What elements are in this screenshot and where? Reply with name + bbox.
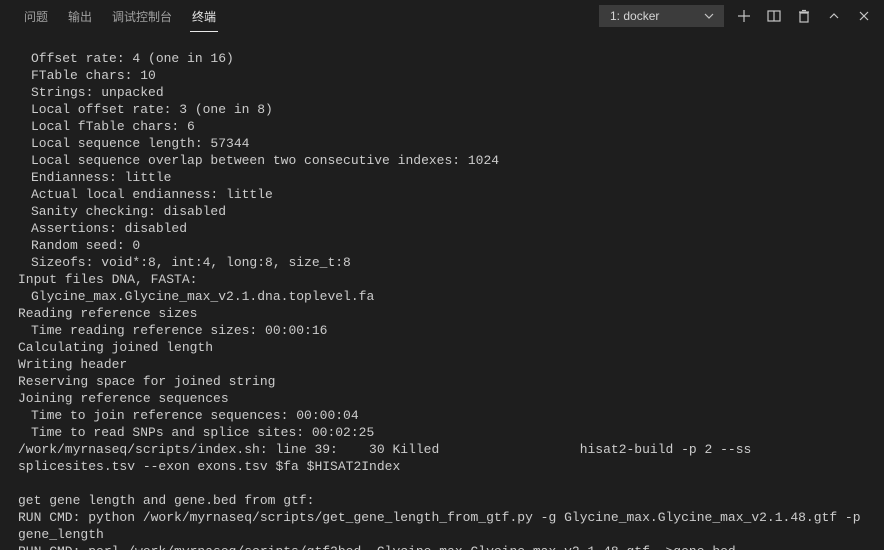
terminal-output[interactable]: Offset rate: 4 (one in 16)FTable chars: … (0, 32, 884, 550)
terminal-line: Local offset rate: 3 (one in 8) (18, 101, 866, 118)
terminal-line: Random seed: 0 (18, 237, 866, 254)
panel-toolbar: 问题 输出 调试控制台 终端 1: docker (0, 0, 884, 32)
terminal-line: Local sequence length: 57344 (18, 135, 866, 152)
terminal-line: Offset rate: 4 (one in 16) (18, 50, 866, 67)
terminal-line (18, 475, 866, 492)
tab-terminal[interactable]: 终端 (182, 2, 226, 31)
terminal-line: Time to read SNPs and splice sites: 00:0… (18, 424, 866, 441)
terminal-selector[interactable]: 1: docker (599, 5, 724, 27)
terminal-line: Assertions: disabled (18, 220, 866, 237)
terminal-selector-label: 1: docker (610, 9, 695, 23)
terminal-line: Reserving space for joined string (18, 373, 866, 390)
terminal-line: Writing header (18, 356, 866, 373)
terminal-line: Sanity checking: disabled (18, 203, 866, 220)
terminal-line: Sizeofs: void*:8, int:4, long:8, size_t:… (18, 254, 866, 271)
terminal-line: Calculating joined length (18, 339, 866, 356)
terminal-line: Input files DNA, FASTA: (18, 271, 866, 288)
split-terminal-icon[interactable] (766, 8, 782, 24)
panel-tabs: 问题 输出 调试控制台 终端 (14, 2, 226, 31)
kill-terminal-icon[interactable] (796, 8, 812, 24)
tab-problems[interactable]: 问题 (14, 2, 58, 31)
terminal-line: RUN CMD: python /work/myrnaseq/scripts/g… (18, 509, 866, 543)
maximize-panel-icon[interactable] (826, 8, 842, 24)
terminal-line: FTable chars: 10 (18, 67, 866, 84)
tab-output[interactable]: 输出 (58, 2, 102, 31)
terminal-line: Time reading reference sizes: 00:00:16 (18, 322, 866, 339)
new-terminal-icon[interactable] (736, 8, 752, 24)
terminal-panel: 问题 输出 调试控制台 终端 1: docker (0, 0, 884, 550)
chevron-down-icon (701, 8, 717, 24)
terminal-line: Local sequence overlap between two conse… (18, 152, 866, 169)
terminal-line: Strings: unpacked (18, 84, 866, 101)
tab-debug-console[interactable]: 调试控制台 (102, 2, 182, 31)
terminal-line: Local fTable chars: 6 (18, 118, 866, 135)
terminal-line: Reading reference sizes (18, 305, 866, 322)
terminal-line: Glycine_max.Glycine_max_v2.1.dna.topleve… (18, 288, 866, 305)
terminal-line: Joining reference sequences (18, 390, 866, 407)
terminal-line: Actual local endianness: little (18, 186, 866, 203)
terminal-line: get gene length and gene.bed from gtf: (18, 492, 866, 509)
terminal-actions (736, 8, 872, 24)
terminal-line: RUN CMD: perl /work/myrnaseq/scripts/gtf… (18, 543, 866, 550)
terminal-line: /work/myrnaseq/scripts/index.sh: line 39… (18, 441, 866, 475)
close-panel-icon[interactable] (856, 8, 872, 24)
terminal-line: Time to join reference sequences: 00:00:… (18, 407, 866, 424)
terminal-line: Endianness: little (18, 169, 866, 186)
